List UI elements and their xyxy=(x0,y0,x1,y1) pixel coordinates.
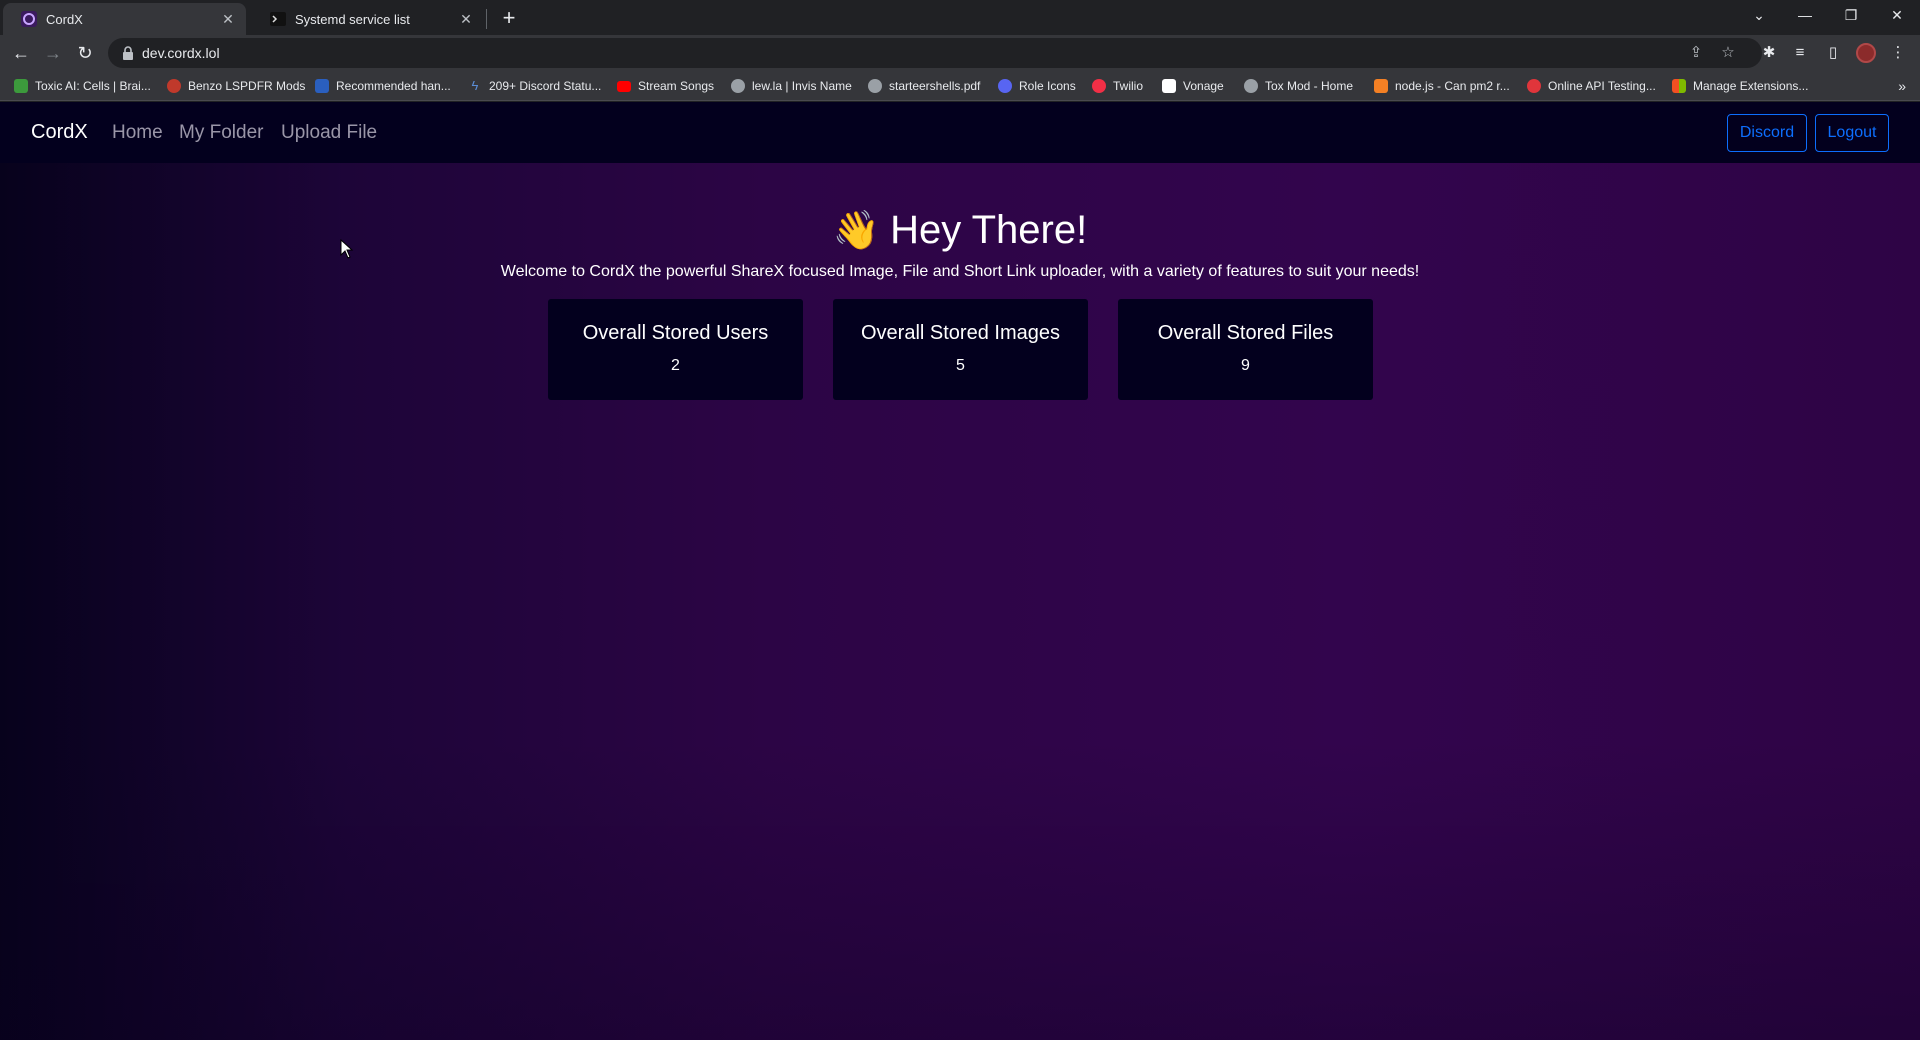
bookmark-label: lew.la | Invis Name xyxy=(752,79,852,93)
lock-icon xyxy=(123,46,133,60)
back-icon[interactable]: ← xyxy=(9,41,33,65)
bookmark-label: node.js - Can pm2 r... xyxy=(1395,79,1510,93)
globe-icon xyxy=(868,79,882,93)
stackoverflow-icon xyxy=(1374,79,1388,93)
share-icon[interactable]: ⇪ xyxy=(1686,43,1706,63)
bookmark-label: Manage Extensions... xyxy=(1693,79,1809,93)
bookmarks-overflow-icon[interactable]: » xyxy=(1898,71,1906,101)
nav-upload-file-link[interactable]: Upload File xyxy=(281,102,377,163)
close-tab-icon[interactable]: ✕ xyxy=(458,11,474,27)
bookmark-item[interactable]: Online API Testing... xyxy=(1527,71,1656,101)
bookmark-label: Twilio xyxy=(1113,79,1144,93)
site-navbar: CordX Home My Folder Upload File Discord… xyxy=(0,102,1920,163)
stat-value: 2 xyxy=(671,357,680,374)
bookmark-label: 209+ Discord Statu... xyxy=(489,79,602,93)
globe-icon xyxy=(1244,79,1258,93)
tab-separator xyxy=(486,9,487,29)
lightning-icon: ϟ xyxy=(471,78,479,93)
youtube-icon xyxy=(617,80,631,92)
bookmark-item[interactable]: starteershells.pdf xyxy=(868,71,980,101)
bookmark-star-icon[interactable]: ☆ xyxy=(1718,43,1738,63)
bookmark-label: Role Icons xyxy=(1019,79,1076,93)
site-brand[interactable]: CordX xyxy=(31,102,88,163)
profile-avatar[interactable] xyxy=(1856,43,1876,63)
stat-card-images: Overall Stored Images 5 xyxy=(833,299,1088,400)
api-icon xyxy=(1527,79,1541,93)
forward-icon[interactable]: → xyxy=(41,41,65,65)
bookmark-item[interactable]: ϟ 209+ Discord Statu... xyxy=(468,71,602,101)
mouse-cursor-icon xyxy=(340,239,354,259)
hero-heading: 👋 Hey There! xyxy=(0,202,1920,259)
media-controls-icon[interactable]: ≡ xyxy=(1788,41,1812,65)
close-window-icon[interactable]: ✕ xyxy=(1874,0,1920,30)
nav-my-folder-link[interactable]: My Folder xyxy=(179,102,263,163)
hero-subtitle: Welcome to CordX the powerful ShareX foc… xyxy=(500,263,1420,280)
stat-value: 5 xyxy=(956,357,965,374)
twilio-icon xyxy=(1092,79,1106,93)
minimize-icon[interactable]: — xyxy=(1782,0,1828,30)
extensions-icon[interactable]: ✱ xyxy=(1757,41,1781,65)
page-content: CordX Home My Folder Upload File Discord… xyxy=(0,102,1920,1040)
browser-toolbar: ← → ↻ dev.cordx.lol ⇪ ☆ ✱ ≡ ▯ ⋮ xyxy=(0,35,1920,71)
tab-search-icon[interactable]: ⌄ xyxy=(1736,0,1782,30)
nav-home-link[interactable]: Home xyxy=(112,102,163,163)
bookmark-item[interactable]: Manage Extensions... xyxy=(1672,71,1808,101)
bookmark-item[interactable]: Recommended han... xyxy=(315,71,451,101)
bookmark-item[interactable]: Twilio xyxy=(1092,71,1143,101)
blue-icon xyxy=(315,79,329,93)
bookmark-item[interactable]: lew.la | Invis Name xyxy=(731,71,852,101)
gear-icon xyxy=(998,79,1012,93)
tab-title: CordX xyxy=(46,11,83,27)
stat-card-files: Overall Stored Files 9 xyxy=(1118,299,1373,400)
bookmark-label: Tox Mod - Home xyxy=(1265,79,1354,93)
side-panel-icon[interactable]: ▯ xyxy=(1821,41,1845,65)
bookmark-item[interactable]: node.js - Can pm2 r... xyxy=(1374,71,1510,101)
bookmark-item[interactable]: Stream Songs xyxy=(617,71,714,101)
bookmark-label: Toxic AI: Cells | Brai... xyxy=(35,79,151,93)
heart-icon xyxy=(167,79,181,93)
tab-title: Systemd service list xyxy=(295,11,410,27)
close-tab-icon[interactable]: ✕ xyxy=(220,11,236,27)
restore-icon[interactable]: ❐ xyxy=(1828,0,1874,30)
address-bar[interactable]: dev.cordx.lol ⇪ ☆ xyxy=(108,38,1762,68)
bookmark-label: starteershells.pdf xyxy=(889,79,981,93)
bookmark-item[interactable]: Vonage xyxy=(1162,71,1224,101)
green-icon xyxy=(14,79,28,93)
waving-hand-icon: 👋 xyxy=(832,210,881,252)
bookmark-label: Stream Songs xyxy=(638,79,715,93)
bookmark-item[interactable]: Benzo LSPDFR Mods xyxy=(167,71,305,101)
cordx-favicon-icon xyxy=(21,11,37,27)
terminal-favicon-icon xyxy=(270,12,286,26)
stat-label: Overall Stored Files xyxy=(1157,322,1334,344)
stat-value: 9 xyxy=(1241,357,1250,374)
menu-kebab-icon[interactable]: ⋮ xyxy=(1886,41,1910,65)
tab-strip: CordX ✕ Systemd service list ✕ + ⌄ — ❐ ✕ xyxy=(0,0,1920,35)
bookmarks-bar: Toxic AI: Cells | Brai... Benzo LSPDFR M… xyxy=(0,71,1920,101)
tab-systemd[interactable]: Systemd service list ✕ xyxy=(252,3,484,35)
url-text: dev.cordx.lol xyxy=(142,45,220,61)
tab-cordx[interactable]: CordX ✕ xyxy=(3,3,246,35)
bookmark-label: Benzo LSPDFR Mods xyxy=(188,79,306,93)
discord-button[interactable]: Discord xyxy=(1727,114,1807,152)
stat-label: Overall Stored Users xyxy=(582,322,769,344)
globe-icon xyxy=(731,79,745,93)
bookmark-item[interactable]: Tox Mod - Home xyxy=(1244,71,1353,101)
stat-card-users: Overall Stored Users 2 xyxy=(548,299,803,400)
vonage-icon xyxy=(1162,79,1176,93)
bookmark-label: Vonage xyxy=(1183,79,1224,93)
bookmark-label: Recommended han... xyxy=(336,79,451,93)
stat-label: Overall Stored Images xyxy=(861,322,1060,344)
bookmark-label: Online API Testing... xyxy=(1548,79,1656,93)
bookmark-item[interactable]: Toxic AI: Cells | Brai... xyxy=(14,71,151,101)
new-tab-icon[interactable]: + xyxy=(496,5,522,31)
hero-title-text: Hey There! xyxy=(890,208,1088,252)
logout-button[interactable]: Logout xyxy=(1815,114,1889,152)
microsoft-icon xyxy=(1672,79,1686,93)
bookmark-item[interactable]: Role Icons xyxy=(998,71,1076,101)
reload-icon[interactable]: ↻ xyxy=(73,41,97,65)
